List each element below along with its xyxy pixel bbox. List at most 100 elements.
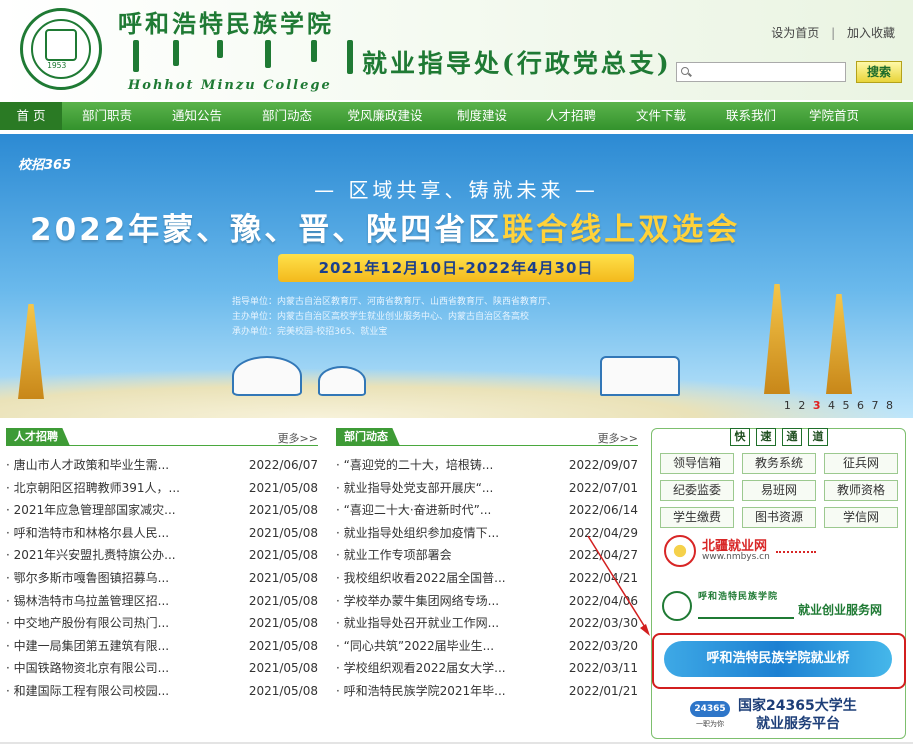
top-links: 设为首页 | 加入收藏: [771, 24, 895, 41]
list-item-date: 2021/05/08: [248, 616, 318, 631]
dept-news-list: · “喜迎党的二十大，培根铸... 2022/09/07 · 就业指导处党支部开展庆…: [336, 454, 638, 703]
add-favorite-link[interactable]: 加入收藏: [847, 26, 895, 40]
slide-dot-current[interactable]: 3: [813, 399, 821, 412]
slide-pager: 1 2 3 4 5 6 7 8: [780, 399, 893, 412]
list-item[interactable]: · 学校组织观看2022届女大学... 2022/03/11: [336, 657, 638, 680]
list-item-title[interactable]: · 2021年兴安盟扎赉特旗公办...: [6, 544, 249, 567]
quick-link-library[interactable]: 图书资源: [742, 507, 816, 528]
list-item-title[interactable]: · 和建国际工程有限公司校园...: [6, 680, 249, 703]
list-item[interactable]: · 就业指导处召开就业工作网... 2022/03/30: [336, 612, 638, 635]
employment-bridge-button[interactable]: 呼和浩特民族学院就业桥: [664, 641, 892, 677]
pagoda-right-icon: [764, 284, 790, 394]
list-item-title[interactable]: · 呼和浩特市和林格尔县人民...: [6, 522, 249, 545]
list-item[interactable]: · 北京朝阳区招聘教师391人，... 2021/05/08: [6, 477, 318, 500]
nav-item-home[interactable]: 首 页: [0, 102, 62, 130]
slide-dot[interactable]: 2: [798, 399, 805, 412]
list-item[interactable]: · 2021年兴安盟扎赉特旗公办... 2021/05/08: [6, 544, 318, 567]
list-item[interactable]: · 学校举办蒙牛集团网络专场... 2022/04/06: [336, 590, 638, 613]
list-item[interactable]: · 锡林浩特市乌拉盖管理区招... 2021/05/08: [6, 590, 318, 613]
search-button[interactable]: 搜索: [856, 61, 902, 83]
slide-dot[interactable]: 1: [784, 399, 791, 412]
list-item-title[interactable]: · 北京朝阳区招聘教师391人，...: [6, 477, 249, 500]
nav-item-downloads[interactable]: 文件下载: [616, 102, 706, 130]
list-item-title[interactable]: · 就业指导处组织参加疫情下...: [336, 522, 569, 545]
nav-item-integrity[interactable]: 党风廉政建设: [332, 102, 438, 130]
slide-dot[interactable]: 5: [843, 399, 850, 412]
list-item[interactable]: · “喜迎二十大·奋进新时代”... 2022/06/14: [336, 499, 638, 522]
list-item[interactable]: · 和建国际工程有限公司校园... 2021/05/08: [6, 680, 318, 703]
banner-organizer-units: 承办单位：完美校园-校招365、就业宝: [232, 327, 388, 337]
list-item[interactable]: · “喜迎党的二十大，培根铸... 2022/09/07: [336, 454, 638, 477]
college-seal-logo[interactable]: 1953: [20, 8, 102, 90]
list-item-title[interactable]: · 学校组织观看2022届女大学...: [336, 657, 569, 680]
college-name-en: Hohhot Minzu College: [128, 78, 332, 93]
slide-dot[interactable]: 6: [857, 399, 864, 412]
list-item-title[interactable]: · 中国铁路物资北京有限公司...: [6, 657, 249, 680]
nav-item-contact[interactable]: 联系我们: [706, 102, 796, 130]
list-item-title[interactable]: · 中交地产股份有限公司热门...: [6, 612, 249, 635]
list-item[interactable]: · 唐山市人才政策和毕业生需... 2022/06/07: [6, 454, 318, 477]
list-item[interactable]: · 中交地产股份有限公司热门... 2021/05/08: [6, 612, 318, 635]
list-item-title[interactable]: · 锡林浩特市乌拉盖管理区招...: [6, 590, 249, 613]
quick-link-discipline[interactable]: 纪委监委: [660, 480, 734, 501]
list-item-date: 2021/05/08: [248, 638, 318, 653]
search-icon: [681, 67, 689, 75]
nav-item-college-home[interactable]: 学院首页: [796, 102, 872, 130]
yurt-icon: [232, 356, 302, 396]
quick-link-conscription[interactable]: 征兵网: [824, 453, 898, 474]
quick-link-student-payment[interactable]: 学生缴费: [660, 507, 734, 528]
list-item[interactable]: · 鄂尔多斯市嘎鲁图镇招募乌... 2021/05/08: [6, 567, 318, 590]
quick-link-yiban[interactable]: 易班网: [742, 480, 816, 501]
quick-link-leader-mailbox[interactable]: 领导信箱: [660, 453, 734, 474]
nmbys-link[interactable]: 北疆就业网 www.nmbys.cn: [664, 533, 816, 573]
list-item[interactable]: · 就业指导处党支部开展庆“... 2022/07/01: [336, 477, 638, 500]
list-item[interactable]: · 呼和浩特市和林格尔县人民... 2021/05/08: [6, 522, 318, 545]
nav-item-rules[interactable]: 制度建设: [438, 102, 526, 130]
slide-dot[interactable]: 8: [886, 399, 893, 412]
quick-link-academic-system[interactable]: 教务系统: [742, 453, 816, 474]
dept-news-more-link[interactable]: 更多>>: [598, 430, 638, 446]
list-item-title[interactable]: · “喜迎党的二十大，培根铸...: [336, 454, 569, 477]
list-item-date: 2022/04/27: [568, 548, 638, 563]
slide-dot[interactable]: 4: [828, 399, 835, 412]
site-title: 就业指导处(行政党总支): [362, 49, 672, 78]
nav-item-duties[interactable]: 部门职责: [62, 102, 152, 130]
list-item-title[interactable]: · 我校组织收看2022届全国普...: [336, 567, 569, 590]
career-service-link[interactable]: 呼和浩特民族学院 就业创业服务网: [658, 589, 903, 625]
list-item[interactable]: · 我校组织收看2022届全国普... 2022/04/21: [336, 567, 638, 590]
list-item[interactable]: · “同心共筑”2022届毕业生... 2022/03/20: [336, 635, 638, 658]
list-item[interactable]: · 中建一局集团第五建筑有限... 2021/05/08: [6, 635, 318, 658]
recruit-panel-title: 人才招聘: [6, 428, 70, 446]
list-item[interactable]: · 就业指导处组织参加疫情下... 2022/04/29: [336, 522, 638, 545]
list-item-title[interactable]: · 2021年应急管理部国家减灾...: [6, 499, 249, 522]
quick-link-teacher-cert[interactable]: 教师资格: [824, 480, 898, 501]
nav-item-recruit[interactable]: 人才招聘: [526, 102, 616, 130]
quick-title-char: 快: [730, 428, 750, 446]
list-item[interactable]: · 2021年应急管理部国家减灾... 2021/05/08: [6, 499, 318, 522]
list-item-title[interactable]: · 就业指导处党支部开展庆“...: [336, 477, 569, 500]
recruit-more-link[interactable]: 更多>>: [278, 430, 318, 446]
banner-carousel[interactable]: 校招365 — 区域共享、铸就未来 — 2022年蒙、豫、晋、陕四省区联合线上双…: [0, 134, 913, 418]
national-24365-link[interactable]: 24365 一职为你 国家24365大学生 就业服务平台: [690, 695, 890, 735]
quick-link-chsi[interactable]: 学信网: [824, 507, 898, 528]
list-item-title[interactable]: · 中建一局集团第五建筑有限...: [6, 635, 249, 658]
nav-item-dept-news[interactable]: 部门动态: [242, 102, 332, 130]
set-home-link[interactable]: 设为首页: [771, 26, 819, 40]
list-item[interactable]: · 呼和浩特民族学院2021年毕... 2022/01/21: [336, 680, 638, 703]
list-item-date: 2022/06/14: [568, 503, 638, 518]
list-item-title[interactable]: · 呼和浩特民族学院2021年毕...: [336, 680, 569, 703]
quick-links-title: 快 速 通 道: [730, 428, 834, 446]
list-item-title[interactable]: · 唐山市人才政策和毕业生需...: [6, 454, 249, 477]
slide-dot[interactable]: 7: [872, 399, 879, 412]
list-item-date: 2021/05/08: [248, 593, 318, 608]
nav-item-notices[interactable]: 通知公告: [152, 102, 242, 130]
list-item-title[interactable]: · “同心共筑”2022届毕业生...: [336, 635, 569, 658]
list-item-title[interactable]: · 鄂尔多斯市嘎鲁图镇招募乌...: [6, 567, 249, 590]
list-item[interactable]: · 中国铁路物资北京有限公司... 2021/05/08: [6, 657, 318, 680]
list-item-title[interactable]: · 学校举办蒙牛集团网络专场...: [336, 590, 569, 613]
list-item-title[interactable]: · 就业指导处召开就业工作网...: [336, 612, 569, 635]
list-item-title[interactable]: · 就业工作专项部署会: [336, 544, 569, 567]
list-item[interactable]: · 就业工作专项部署会 2022/04/27: [336, 544, 638, 567]
list-item-title[interactable]: · “喜迎二十大·奋进新时代”...: [336, 499, 569, 522]
search-input[interactable]: [676, 62, 846, 82]
